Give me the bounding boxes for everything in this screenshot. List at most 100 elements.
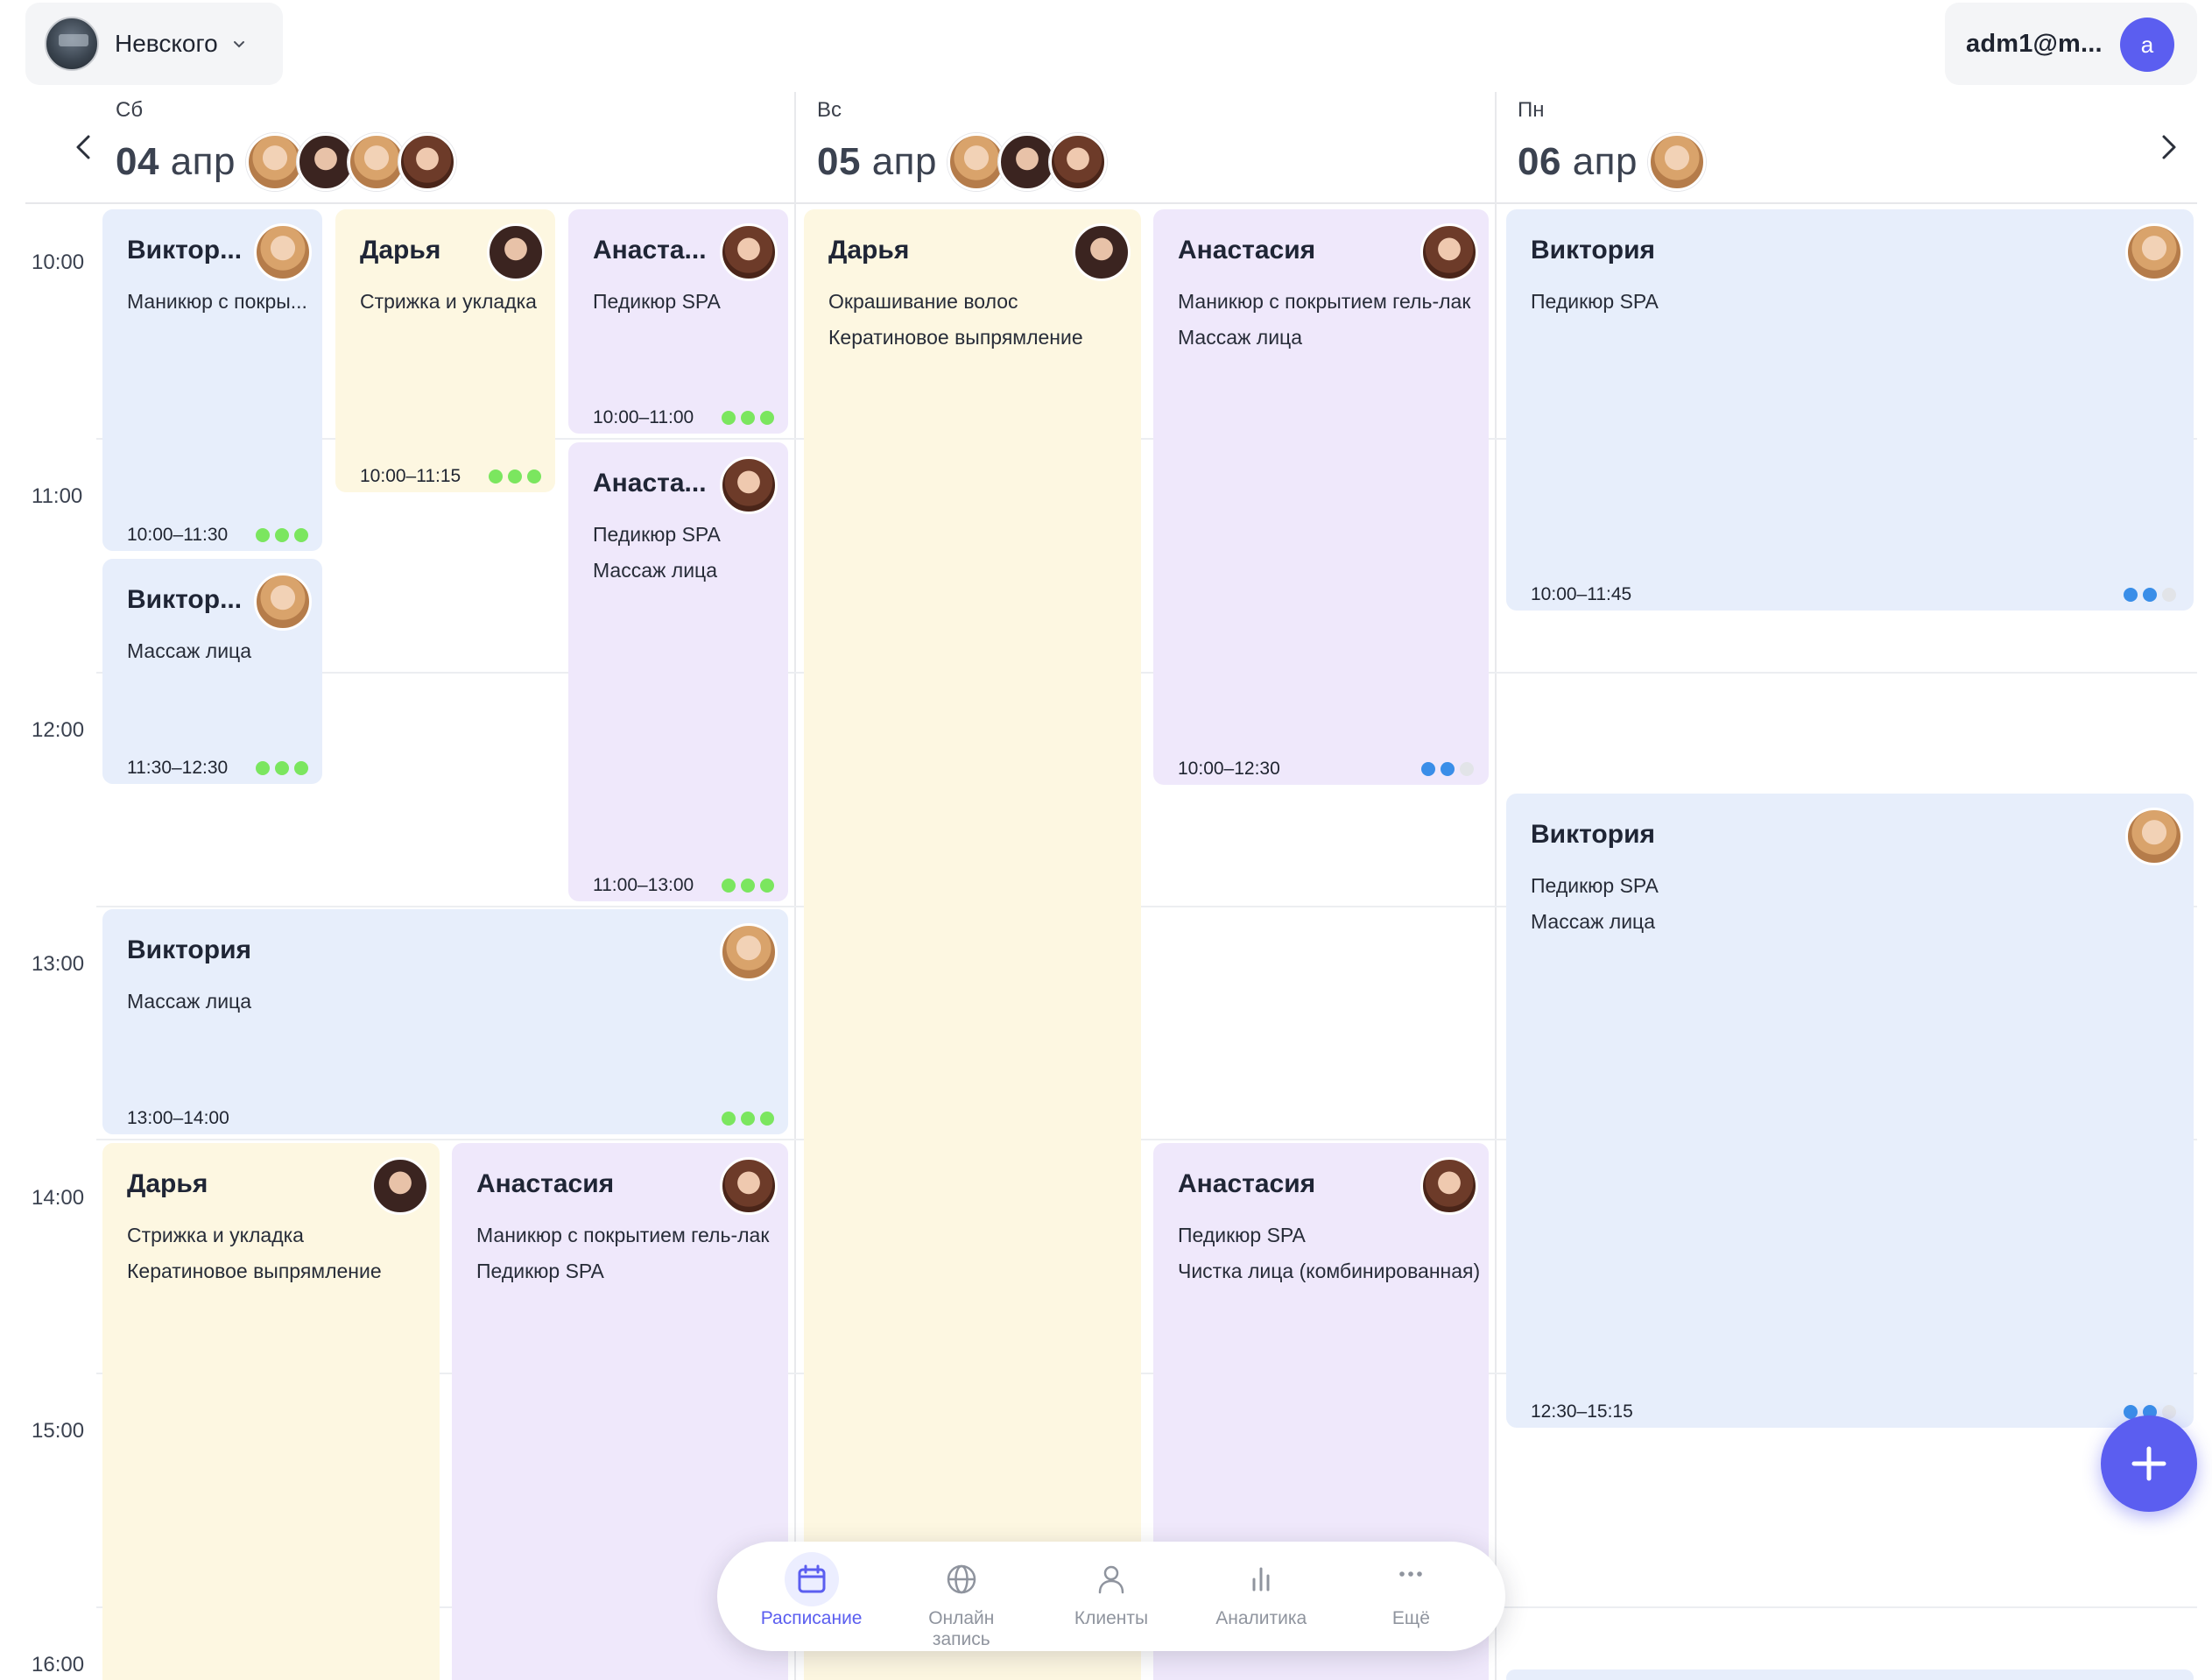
nav-more[interactable]: Ещё xyxy=(1336,1559,1486,1629)
appointment-service: Чистка лица (комбинированная) xyxy=(1178,1260,1481,1282)
status-dot xyxy=(489,469,503,484)
chevron-right-icon[interactable] xyxy=(2151,130,2186,165)
status-dot xyxy=(275,528,289,542)
appointment-service: Педикюр SPA xyxy=(476,1260,604,1282)
avatar xyxy=(1647,133,1706,191)
avatar xyxy=(254,223,312,281)
branch-name: Невского xyxy=(115,30,218,57)
avatar xyxy=(720,456,778,514)
nav-online-booking[interactable]: Онлайн запись xyxy=(886,1559,1036,1650)
nav-label: Ещё xyxy=(1391,1608,1430,1628)
day-header-sun[interactable]: Вс 05 апр xyxy=(817,98,1107,201)
column-divider xyxy=(1495,92,1497,1680)
avatar xyxy=(720,223,778,281)
appointment-client: Виктор... xyxy=(127,236,243,265)
appointment-service: Кератиновое выпрямление xyxy=(828,326,1083,349)
avatar xyxy=(947,133,1005,191)
nav-analytics[interactable]: Аналитика xyxy=(1187,1559,1336,1629)
appointment-client: Анастасия xyxy=(1178,236,1316,265)
user-avatar: a xyxy=(2120,18,2174,72)
time-label: 16:00 xyxy=(32,1653,85,1676)
appointment-client: Анаста... xyxy=(593,469,707,498)
appointment-service: Педикюр SPA xyxy=(593,523,721,546)
appointment-time: 10:00–11:45 xyxy=(1531,584,1632,604)
chevron-left-icon[interactable] xyxy=(67,130,102,165)
appointment-card[interactable]: Виктор... Массаж лица 11:30–12:30 xyxy=(102,559,322,784)
status-dot xyxy=(741,1112,755,1126)
plus-icon xyxy=(2131,1446,2166,1481)
appointment-client: Виктория xyxy=(127,935,252,964)
status-dots xyxy=(489,469,541,484)
day-header-sat[interactable]: Сб 04 апр xyxy=(116,98,456,201)
status-dot xyxy=(741,411,755,425)
avatar xyxy=(347,133,405,191)
date-month: апр xyxy=(1572,140,1638,183)
status-dots xyxy=(256,528,308,542)
weekday-label: Вс xyxy=(817,98,842,122)
time-label: 14:00 xyxy=(32,1186,85,1210)
appointment-service: Массаж лица xyxy=(1178,326,1303,349)
status-dot xyxy=(294,528,308,542)
branch-selector[interactable]: Невского xyxy=(25,3,283,85)
avatar xyxy=(245,133,304,191)
date-label: 05 апр xyxy=(817,140,937,184)
appointment-card[interactable]: Виктор... Маникюр с покры... 10:00–11:30 xyxy=(102,209,322,551)
appointment-service: Стрижка и укладка xyxy=(360,290,537,313)
day-header-mon[interactable]: Пн 06 апр xyxy=(1518,98,1706,201)
globe-icon xyxy=(947,1564,976,1594)
status-dots xyxy=(2124,588,2176,602)
status-dot xyxy=(760,411,774,425)
status-dots xyxy=(1421,762,1474,776)
appointment-client: Виктор... xyxy=(127,585,243,614)
appointment-client: Дарья xyxy=(828,236,910,265)
status-dot xyxy=(2124,588,2138,602)
appointment-card[interactable]: Виктория Массаж лица 13:00–14:00 xyxy=(102,909,788,1134)
appointment-card[interactable]: Анаста... Педикюр SPA 10:00–11:00 xyxy=(568,209,788,434)
appointment-service: Массаж лица xyxy=(127,990,252,1013)
appointment-card[interactable] xyxy=(1506,1669,2194,1680)
appointment-client: Анастасия xyxy=(476,1169,615,1198)
nav-label: Онлайн запись xyxy=(928,1608,995,1649)
bottom-nav: Расписание Онлайн запись Клиенты Аналити… xyxy=(717,1542,1505,1651)
status-dot xyxy=(1460,762,1474,776)
date-label: 04 апр xyxy=(116,140,236,184)
appointment-card[interactable]: Дарья Окрашивание волос Кератиновое выпр… xyxy=(804,209,1141,1680)
hour-line xyxy=(96,672,2197,674)
appointment-card[interactable]: Анаста... Педикюр SPA Массаж лица 11:00–… xyxy=(568,442,788,901)
nav-schedule[interactable]: Расписание xyxy=(736,1552,886,1629)
appointment-client: Дарья xyxy=(127,1169,208,1198)
appointment-card[interactable]: Анастасия Маникюр с покрытием гель-лак М… xyxy=(1153,209,1489,785)
appointment-time: 10:00–12:30 xyxy=(1178,759,1280,779)
add-appointment-button[interactable] xyxy=(2101,1415,2197,1512)
appointment-card[interactable]: Виктория Педикюр SPA Массаж лица 12:30–1… xyxy=(1506,794,2194,1428)
appointment-card[interactable]: Дарья Стрижка и укладка Кератиновое выпр… xyxy=(102,1143,440,1680)
staff-avatars xyxy=(1647,133,1706,191)
appointment-card[interactable]: Дарья Стрижка и укладка 10:00–11:15 xyxy=(335,209,555,492)
appointment-service: Массаж лица xyxy=(1531,910,1656,933)
chevron-down-icon xyxy=(233,41,244,48)
appointment-time: 11:00–13:00 xyxy=(593,875,694,895)
header-divider xyxy=(25,202,2197,204)
nav-clients[interactable]: Клиенты xyxy=(1036,1559,1186,1629)
appointment-service: Кератиновое выпрямление xyxy=(127,1260,382,1282)
user-menu[interactable]: adm1@m... a xyxy=(1945,3,2197,85)
date-label: 06 апр xyxy=(1518,140,1638,184)
avatar xyxy=(254,573,312,631)
appointment-time: 10:00–11:15 xyxy=(360,466,461,486)
status-dot xyxy=(275,761,289,775)
appointment-service: Маникюр с покрытием гель-лак xyxy=(1178,290,1471,313)
appointment-service: Педикюр SPA xyxy=(1178,1224,1306,1246)
staff-avatars xyxy=(947,133,1107,191)
avatar xyxy=(1420,223,1478,281)
appointment-card[interactable]: Виктория Педикюр SPA 10:00–11:45 xyxy=(1506,209,2194,611)
date-day: 06 xyxy=(1518,140,1561,183)
more-icon xyxy=(1399,1571,1423,1577)
status-dot xyxy=(722,411,736,425)
user-email: adm1@m... xyxy=(1966,29,2103,58)
nav-label: Расписание xyxy=(760,1608,863,1628)
appointment-service: Массаж лица xyxy=(593,559,718,582)
date-month: апр xyxy=(170,140,236,183)
avatar xyxy=(1073,223,1131,281)
time-label: 12:00 xyxy=(32,718,85,742)
status-dot xyxy=(2143,588,2157,602)
